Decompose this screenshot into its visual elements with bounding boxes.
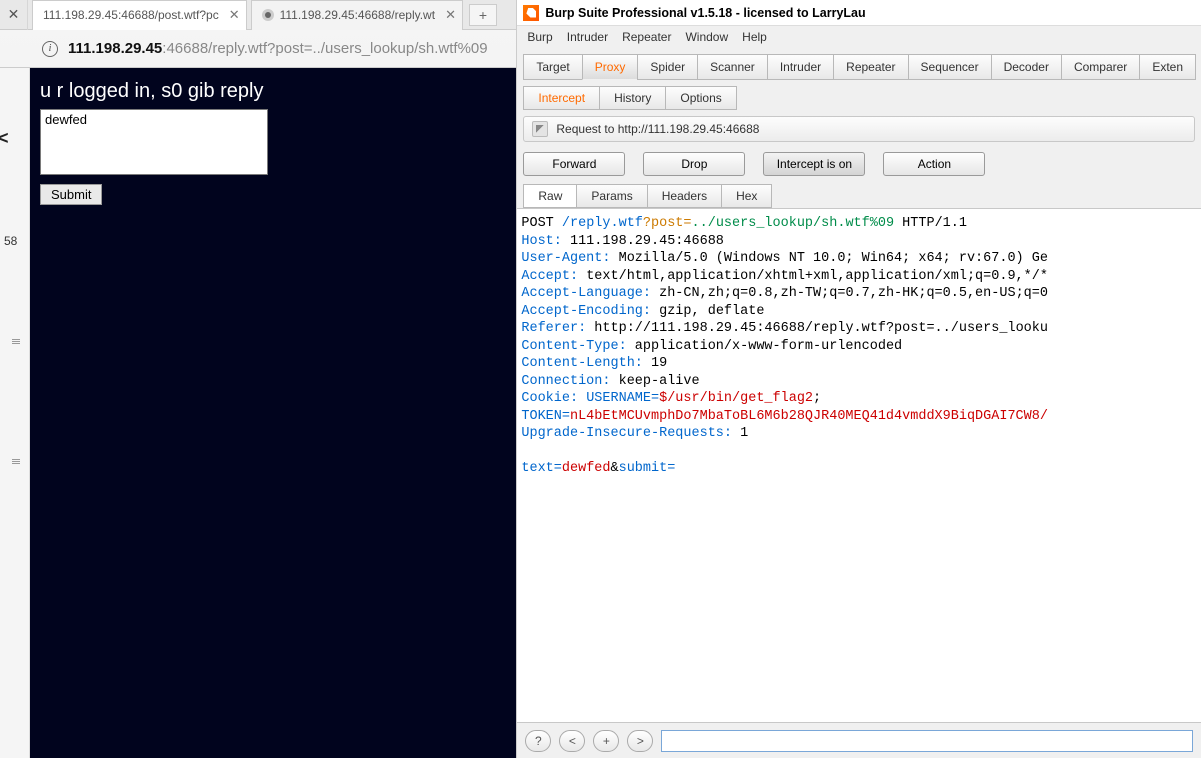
menu-window[interactable]: Window bbox=[685, 30, 728, 44]
search-prev-button[interactable]: < bbox=[559, 730, 585, 752]
subtab-options[interactable]: Options bbox=[665, 86, 736, 110]
url-display[interactable]: 111.198.29.45:46688/reply.wtf?post=../us… bbox=[68, 40, 488, 57]
editor-footer: ? < + > bbox=[517, 722, 1201, 758]
tool-tab-proxy[interactable]: Proxy bbox=[582, 54, 639, 80]
menu-repeater[interactable]: Repeater bbox=[622, 30, 671, 44]
tab-bar: ✕ 111.198.29.45:46688/post.wtf?pc ✕ 111.… bbox=[0, 0, 516, 30]
search-add-button[interactable]: + bbox=[593, 730, 619, 752]
window-close-icon[interactable]: ✕ bbox=[0, 0, 28, 30]
request-info-bar: Request to http://111.198.29.45:46688 bbox=[523, 116, 1195, 142]
burp-menubar: Burp Intruder Repeater Window Help bbox=[517, 26, 1201, 48]
loading-icon bbox=[262, 9, 274, 21]
grip-icon[interactable] bbox=[12, 458, 20, 464]
burp-titlebar: Burp Suite Professional v1.5.18 - licens… bbox=[517, 0, 1201, 26]
tool-tabs: Target Proxy Spider Scanner Intruder Rep… bbox=[517, 48, 1201, 80]
site-info-icon[interactable]: i bbox=[42, 41, 58, 57]
action-button[interactable]: Action bbox=[883, 152, 985, 176]
rawtab-raw[interactable]: Raw bbox=[523, 184, 577, 208]
tool-tab-spider[interactable]: Spider bbox=[637, 54, 698, 80]
tool-tab-extender[interactable]: Exten bbox=[1139, 54, 1196, 80]
tab-close-icon[interactable]: ✕ bbox=[445, 7, 456, 23]
request-target-text: Request to http://111.198.29.45:46688 bbox=[556, 122, 759, 136]
proxy-sub-tabs: Intercept History Options bbox=[517, 80, 1201, 110]
tab-title: 111.198.29.45:46688/post.wtf?pc bbox=[43, 8, 219, 22]
tab-title: 111.198.29.45:46688/reply.wt bbox=[280, 8, 435, 22]
help-button[interactable]: ? bbox=[525, 730, 551, 752]
devtools-gutter: < 58 bbox=[0, 68, 30, 758]
rawtab-params[interactable]: Params bbox=[576, 184, 647, 208]
burp-logo-icon bbox=[523, 5, 539, 21]
gutter-number: 58 bbox=[4, 234, 17, 248]
url-host: 111.198.29.45 bbox=[68, 40, 162, 57]
subtab-intercept[interactable]: Intercept bbox=[523, 86, 600, 110]
subtab-history[interactable]: History bbox=[599, 86, 666, 110]
back-icon[interactable]: < bbox=[0, 128, 9, 149]
tool-tab-sequencer[interactable]: Sequencer bbox=[908, 54, 992, 80]
menu-intruder[interactable]: Intruder bbox=[567, 30, 608, 44]
tab-close-icon[interactable]: ✕ bbox=[229, 7, 240, 23]
browser-pane: ✕ 111.198.29.45:46688/post.wtf?pc ✕ 111.… bbox=[0, 0, 517, 758]
burp-pane: Burp Suite Professional v1.5.18 - licens… bbox=[517, 0, 1201, 758]
new-tab-button[interactable]: + bbox=[469, 4, 497, 26]
menu-burp[interactable]: Burp bbox=[527, 30, 552, 44]
grip-icon[interactable] bbox=[12, 338, 20, 344]
rawtab-hex[interactable]: Hex bbox=[721, 184, 772, 208]
tool-tab-repeater[interactable]: Repeater bbox=[833, 54, 908, 80]
tool-tab-target[interactable]: Target bbox=[523, 54, 582, 80]
viewport: < 58 u r logged in, s0 gib reply Submit bbox=[0, 68, 516, 758]
forward-button[interactable]: Forward bbox=[523, 152, 625, 176]
tool-tab-comparer[interactable]: Comparer bbox=[1061, 54, 1140, 80]
drop-button[interactable]: Drop bbox=[643, 152, 745, 176]
burp-title: Burp Suite Professional v1.5.18 - licens… bbox=[545, 6, 865, 20]
search-input[interactable] bbox=[661, 730, 1193, 752]
rawtab-headers[interactable]: Headers bbox=[647, 184, 722, 208]
browser-tab[interactable]: 111.198.29.45:46688/post.wtf?pc ✕ bbox=[32, 0, 247, 30]
address-bar: i 111.198.29.45:46688/reply.wtf?post=../… bbox=[0, 30, 516, 68]
search-next-button[interactable]: > bbox=[627, 730, 653, 752]
intercept-toggle-button[interactable]: Intercept is on bbox=[763, 152, 865, 176]
message-view-tabs: Raw Params Headers Hex bbox=[517, 180, 1201, 208]
tool-tab-intruder[interactable]: Intruder bbox=[767, 54, 834, 80]
edit-icon[interactable] bbox=[532, 121, 548, 137]
menu-help[interactable]: Help bbox=[742, 30, 767, 44]
tool-tab-decoder[interactable]: Decoder bbox=[991, 54, 1062, 80]
tool-tab-scanner[interactable]: Scanner bbox=[697, 54, 768, 80]
intercept-buttons: Forward Drop Intercept is on Action bbox=[517, 148, 1201, 180]
submit-button[interactable]: Submit bbox=[40, 184, 102, 205]
http-editor[interactable]: POST /reply.wtf?post=../users_lookup/sh.… bbox=[517, 208, 1201, 722]
page-content: u r logged in, s0 gib reply Submit bbox=[30, 68, 516, 217]
url-path: :46688/reply.wtf?post=../users_lookup/sh… bbox=[162, 40, 487, 57]
browser-tab[interactable]: 111.198.29.45:46688/reply.wt ✕ bbox=[251, 0, 463, 30]
reply-textarea[interactable] bbox=[40, 109, 268, 175]
page-heading: u r logged in, s0 gib reply bbox=[40, 80, 506, 103]
